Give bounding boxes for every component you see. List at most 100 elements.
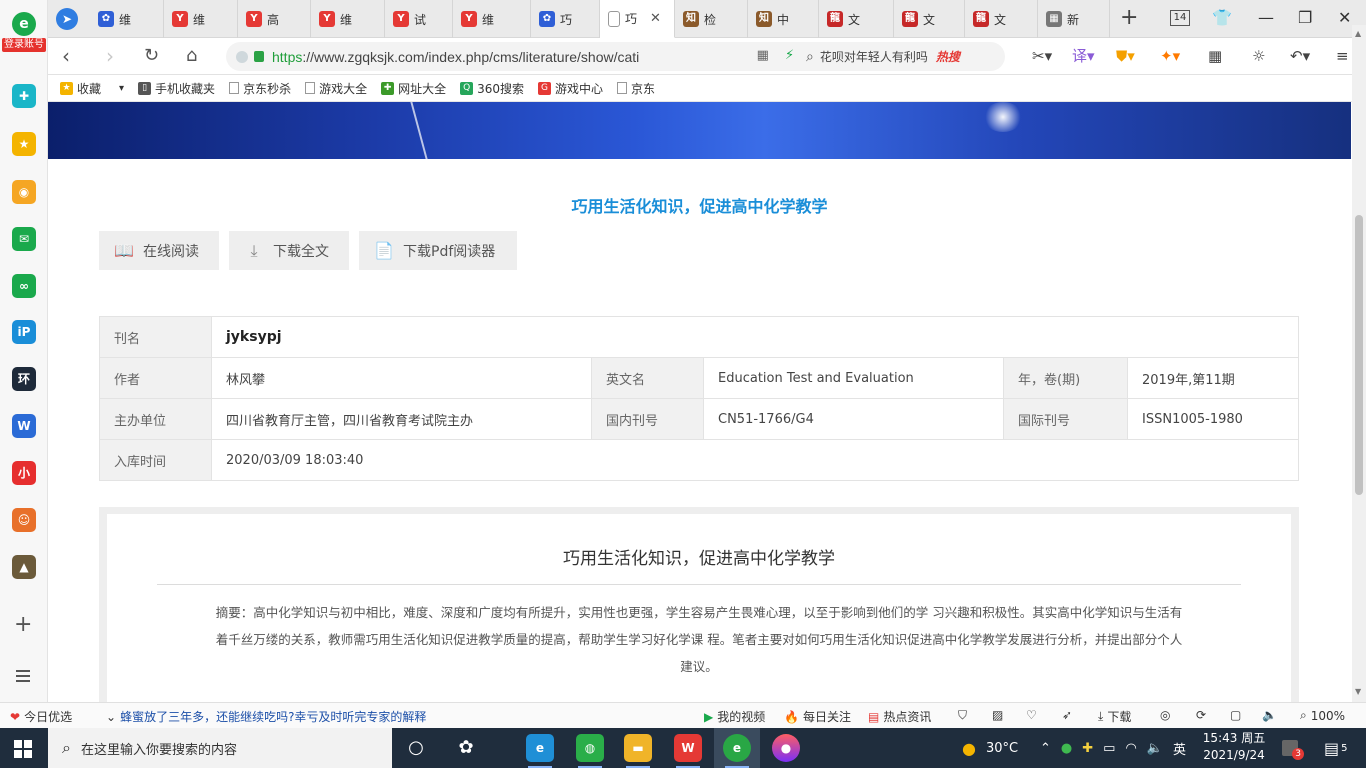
navigation-icon[interactable]: ➤ xyxy=(56,8,78,30)
back-button[interactable]: ‹ xyxy=(62,43,70,69)
taskbar-search[interactable]: ⌕ 在这里输入你要搜索的内容 xyxy=(48,728,392,768)
rocket-icon[interactable]: ➶ xyxy=(1062,708,1072,722)
bookmark-item[interactable]: ▯ 手机收藏夹 xyxy=(138,80,215,97)
add-sidebar-app-icon[interactable]: + xyxy=(14,613,32,637)
game-controller-icon[interactable]: ✦▾ xyxy=(1160,46,1180,66)
link-icon[interactable]: ∞ xyxy=(12,274,36,298)
daily-focus-button[interactable]: 🔥 每日关注 xyxy=(784,708,851,725)
read-online-button[interactable]: 📖 在线阅读 xyxy=(99,231,219,270)
file-explorer-icon[interactable]: ▬ xyxy=(624,734,652,768)
wifi-icon[interactable]: ◠ xyxy=(1125,741,1136,756)
my-video-button[interactable]: ▶ 我的视频 xyxy=(704,708,765,725)
hot-news-button[interactable]: ▤ 热点资讯 xyxy=(868,708,931,725)
tray-expand-icon[interactable]: ⌃ xyxy=(1040,741,1051,756)
health-icon[interactable]: ♡ xyxy=(1026,708,1037,722)
bookmark-item[interactable]: 京东秒杀 xyxy=(229,80,291,97)
weather-widget[interactable]: ● 30°C xyxy=(962,728,1018,768)
tray-plus-icon[interactable]: ✚ xyxy=(1082,741,1093,756)
minimize-icon[interactable]: — xyxy=(1258,6,1274,30)
wps-icon[interactable]: W xyxy=(674,734,702,768)
word-icon[interactable]: W xyxy=(12,414,36,438)
vertical-scrollbar[interactable]: ▲ ▼ xyxy=(1352,25,1366,702)
scroll-down-icon[interactable]: ▼ xyxy=(1355,687,1361,696)
cortana-icon[interactable]: ○ xyxy=(402,734,430,762)
news-icon[interactable]: 环 xyxy=(12,367,36,391)
today-picks-button[interactable]: ❤ 今日优选 xyxy=(10,708,72,725)
browser-tab[interactable]: Y维 xyxy=(311,0,385,38)
close-window-icon[interactable]: ✕ xyxy=(1338,6,1351,30)
mail-icon[interactable]: ✉ xyxy=(12,227,36,251)
apps-grid-icon[interactable]: ▦ xyxy=(1208,46,1222,66)
ssl-lock-icon[interactable] xyxy=(254,51,264,62)
game-character-icon[interactable]: ☺ xyxy=(12,508,36,532)
home-icon[interactable]: ⌂ xyxy=(186,43,197,69)
browser-tab[interactable]: ✿ 维 xyxy=(90,0,164,38)
login-account-button[interactable]: e 登录账号 xyxy=(2,12,46,52)
weibo-icon[interactable]: ◉ xyxy=(12,180,36,204)
windows-start-icon[interactable] xyxy=(14,740,32,758)
incognito-icon[interactable]: ◎ xyxy=(1160,708,1170,722)
news-headline[interactable]: 蜂蜜放了三年多，还能继续吃吗?幸亏及时听完专家的解释 xyxy=(120,708,426,725)
redbook-icon[interactable]: 小 xyxy=(12,461,36,485)
browser-tab[interactable]: ✿ 巧 xyxy=(531,0,600,38)
download-fulltext-button[interactable]: ⤓ 下载全文 xyxy=(229,231,349,270)
bookmark-item[interactable]: Q 360搜索 xyxy=(460,80,524,97)
360-browser-icon[interactable]: e xyxy=(723,734,751,768)
scissors-icon[interactable]: ✂▾ xyxy=(1032,46,1052,66)
battery-icon[interactable]: ▭ xyxy=(1103,741,1115,756)
bookmark-item[interactable]: 游戏大全 xyxy=(305,80,367,97)
star-icon[interactable]: ★ xyxy=(12,132,36,156)
chat-bubble-icon[interactable]: ✚ xyxy=(12,84,36,108)
browser-tab[interactable]: 知中 xyxy=(748,0,819,38)
chevron-down-icon[interactable]: ▾ xyxy=(119,83,124,94)
ime-indicator[interactable]: 英 xyxy=(1173,739,1186,758)
speaker-icon[interactable]: 🔈 xyxy=(1147,741,1163,756)
main-menu-icon[interactable]: ≡ xyxy=(1336,46,1349,66)
scroll-up-icon[interactable]: ▲ xyxy=(1355,29,1361,38)
forward-button[interactable]: › xyxy=(106,43,114,69)
tray-app-icon[interactable]: ● xyxy=(1061,741,1072,756)
browser-tab[interactable]: 龍文 xyxy=(965,0,1038,38)
tab-count-badge[interactable]: 14 xyxy=(1170,10,1190,26)
download-button[interactable]: ⤓ 下载 xyxy=(1098,708,1131,725)
image-icon[interactable]: ▨ xyxy=(992,708,1003,722)
browser-tab[interactable]: 巧 ✕ xyxy=(600,0,675,38)
search-input[interactable]: 花呗对年轻人有利吗 xyxy=(820,48,928,65)
url-field[interactable]: https://www.zgqksjk.com/index.php/cms/li… xyxy=(226,42,831,71)
browser-tab[interactable]: Y维 xyxy=(164,0,238,38)
sync-icon[interactable]: ⟳ xyxy=(1196,708,1206,722)
sidebar-menu-icon[interactable] xyxy=(16,670,30,685)
browser-tab[interactable]: Y高 xyxy=(238,0,311,38)
task-view-icon[interactable]: ✿ xyxy=(452,734,480,762)
bookmark-item[interactable]: G 游戏中心 xyxy=(538,80,603,97)
translate-icon[interactable]: 译▾ xyxy=(1072,46,1095,66)
volume-icon[interactable]: 🔈 xyxy=(1262,708,1277,722)
bookmark-item[interactable]: ✚ 网址大全 xyxy=(381,80,446,97)
zoom-button[interactable]: ⌕ 100% xyxy=(1300,708,1345,723)
action-center-button[interactable]: ▤ 5 xyxy=(1324,728,1348,768)
browser-tab[interactable]: 知检 xyxy=(675,0,748,38)
new-tab-icon[interactable]: + xyxy=(1120,6,1138,30)
undo-icon[interactable]: ↶▾ xyxy=(1290,46,1310,66)
browser-app-icon[interactable]: e xyxy=(526,734,554,768)
ip-icon[interactable]: iP xyxy=(12,320,36,344)
scrollbar-thumb[interactable] xyxy=(1355,215,1363,495)
browser-tab[interactable]: ▦ 新 xyxy=(1038,0,1110,38)
browser-tab[interactable]: 龍文 xyxy=(819,0,894,38)
download-pdf-reader-button[interactable]: 📄 下载Pdf阅读器 xyxy=(359,231,517,270)
refresh-icon[interactable]: ↻ xyxy=(144,43,159,69)
qr-grid-icon[interactable]: ▦ xyxy=(757,48,769,63)
lightning-icon[interactable]: ⚡ xyxy=(785,48,794,63)
bookmark-item[interactable]: 京东 xyxy=(617,80,655,97)
notification-app-icon[interactable]: 3 xyxy=(1282,728,1304,768)
close-tab-icon[interactable]: ✕ xyxy=(650,11,661,26)
search-bar[interactable]: ⌕ 花呗对年轻人有利吗 热搜 xyxy=(798,42,1005,71)
browser-tab[interactable]: 龍文 xyxy=(894,0,965,38)
color-drop-icon[interactable]: ● xyxy=(772,734,800,762)
hot-search-label[interactable]: 热搜 xyxy=(936,48,960,65)
taskbar-search-input[interactable]: 在这里输入你要搜索的内容 xyxy=(81,739,237,758)
system-clock[interactable]: 15:43 周五 2021/9/24 xyxy=(1202,730,1266,764)
brightness-icon[interactable]: ☼ xyxy=(1252,46,1265,66)
maximize-icon[interactable]: ❐ xyxy=(1298,6,1312,30)
news-ticker[interactable]: ⌄ 蜂蜜放了三年多，还能继续吃吗?幸亏及时听完专家的解释 xyxy=(106,708,426,725)
